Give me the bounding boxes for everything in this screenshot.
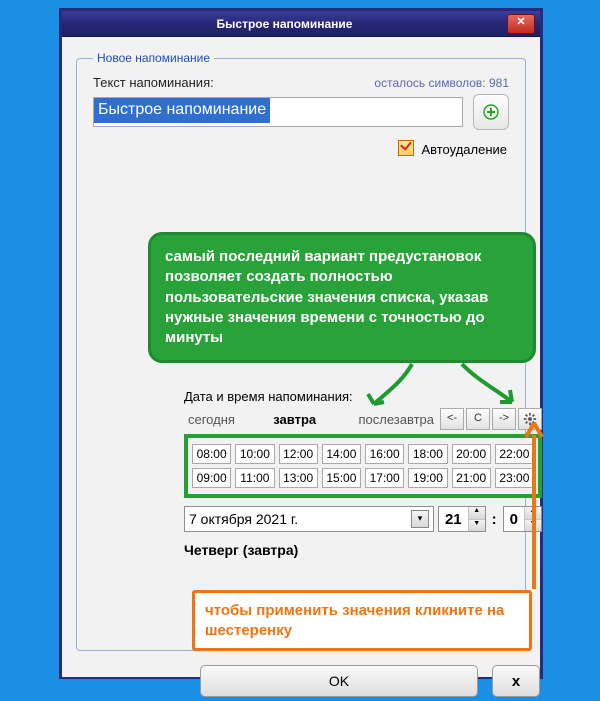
hour-spin-buttons[interactable]: ▲▼ (468, 507, 485, 531)
datetime-area: Дата и время напоминания: сегодня завтра… (184, 389, 542, 558)
time-preset[interactable]: 11:00 (235, 468, 274, 488)
chevron-down-icon: ▾ (411, 510, 429, 528)
autodelete-checkbox[interactable] (398, 140, 414, 156)
plus-icon (483, 104, 499, 120)
time-presets-highlight: 08:00 10:00 12:00 14:00 16:00 18:00 20:0… (184, 434, 542, 498)
time-preset[interactable]: 13:00 (279, 468, 318, 488)
tab-tomorrow[interactable]: завтра (273, 412, 358, 427)
time-preset[interactable]: 17:00 (365, 468, 404, 488)
time-preset[interactable]: 10:00 (235, 444, 274, 464)
green-arrow-2 (452, 362, 522, 412)
date-value: 7 октября 2021 г. (189, 511, 298, 527)
hint-callout-orange: чтобы применить значения кликните на шес… (192, 590, 532, 651)
time-grid: 08:00 10:00 12:00 14:00 16:00 18:00 20:0… (192, 444, 534, 488)
day-of-week: Четверг (завтра) (184, 542, 542, 558)
time-preset[interactable]: 12:00 (279, 444, 318, 464)
green-arrow-1 (362, 362, 422, 412)
hour-value: 21 (439, 507, 468, 531)
window-title: Быстрое напоминание (62, 17, 507, 31)
time-preset[interactable]: 20:00 (452, 444, 491, 464)
titlebar[interactable]: Быстрое напоминание ✕ (62, 11, 540, 37)
date-picker[interactable]: 7 октября 2021 г. ▾ (184, 506, 434, 532)
tab-after[interactable]: послезавтра (358, 412, 438, 427)
time-colon: : (490, 511, 499, 528)
time-preset[interactable]: 14:00 (322, 444, 361, 464)
reminder-dialog: Быстрое напоминание ✕ Новое напоминание … (59, 8, 543, 679)
time-preset[interactable]: 21:00 (452, 468, 491, 488)
time-preset[interactable]: 08:00 (192, 444, 231, 464)
reminder-text-input[interactable]: Быстрое напоминание (93, 97, 463, 127)
orange-arrow (504, 417, 564, 597)
time-preset[interactable]: 19:00 (408, 468, 447, 488)
reminder-text-value: Быстрое напоминание (94, 98, 270, 123)
text-label: Текст напоминания: (93, 75, 214, 90)
time-preset[interactable]: 18:00 (408, 444, 447, 464)
dialog-body: Новое напоминание Текст напоминания: ост… (62, 37, 540, 677)
hint-callout-green: самый последний вариант предустановок по… (148, 232, 536, 363)
add-button[interactable] (473, 94, 509, 130)
ok-button[interactable]: OK (200, 665, 478, 697)
close-button[interactable]: ✕ (507, 14, 535, 34)
time-preset[interactable]: 15:00 (322, 468, 361, 488)
hour-spinner[interactable]: 21 ▲▼ (438, 506, 486, 532)
time-preset[interactable]: 09:00 (192, 468, 231, 488)
time-preset[interactable]: 16:00 (365, 444, 404, 464)
chars-left: осталось символов: 981 (374, 76, 509, 90)
cancel-button[interactable]: x (492, 665, 540, 697)
autodelete-label: Автоудаление (421, 142, 507, 157)
group-legend: Новое напоминание (93, 51, 214, 65)
tab-today[interactable]: сегодня (184, 412, 273, 427)
